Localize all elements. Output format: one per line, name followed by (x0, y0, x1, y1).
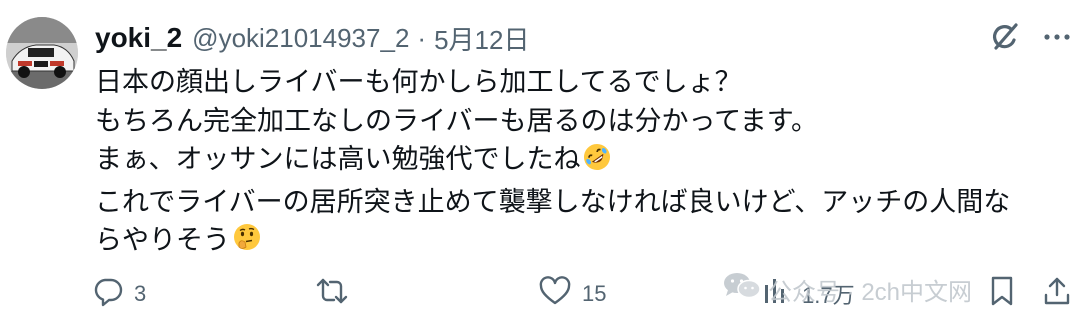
bookmark-icon (988, 275, 1016, 313)
heart-icon (538, 275, 572, 313)
reply-button[interactable]: 3 (92, 274, 146, 314)
display-name[interactable]: yoki_2 (95, 22, 182, 54)
like-count: 15 (582, 281, 607, 306)
post-date[interactable]: 5月12日 (434, 20, 529, 57)
share-icon (1042, 275, 1072, 313)
reply-icon (92, 275, 124, 313)
more-icon[interactable] (1042, 22, 1072, 52)
header-icons (988, 20, 1072, 54)
repost-button[interactable] (314, 274, 360, 314)
tweet-text-line: まぁ、オッサンには高い勉強代でしたね (95, 141, 1070, 184)
tweet-text-segment: まぁ、オッサンには高い勉強代でしたね (95, 144, 581, 175)
rolling-on-the-floor-laughing-icon (582, 142, 612, 184)
like-button[interactable]: 15 (538, 274, 606, 314)
tweet-text: 日本の顔出しライバーも何かしら加工してるでしょ？ もちろん完全加工なしのライバー… (95, 64, 1070, 265)
wechat-icon (722, 270, 762, 309)
tweet-text-line: もちろん完全加工なしのライバーも居るのは分かってます。 (95, 105, 819, 137)
tweet-header: yoki_2 @yoki21014937_2 · 5月12日 (95, 20, 529, 56)
tweet-text-line: らやりそう (95, 222, 1070, 265)
watermark: 公众号 · 2ch中文网 (722, 270, 972, 309)
tweet-text-segment: らやりそう (95, 225, 230, 256)
tweet-text-line: これでライバーの居所突き止めて襲撃しなければ良いけど、アッチの人間な (95, 186, 1011, 218)
repost-icon (314, 275, 350, 313)
reply-count: 3 (134, 281, 147, 306)
tweet: yoki_2 @yoki21014937_2 · 5月12日 日本の顔出しライバ… (0, 0, 1080, 330)
avatar[interactable] (6, 17, 78, 89)
tweet-text-line: 日本の顔出しライバーも何かしら加工してるでしょ？ (95, 67, 742, 98)
watermark-text: 公众号 · 2ch中文网 (768, 279, 973, 306)
bookmark-button[interactable] (988, 274, 1016, 314)
share-button[interactable] (1042, 274, 1072, 314)
thinking-face-icon (232, 223, 262, 265)
separator-dot: · (417, 22, 427, 53)
avatar-image (6, 17, 78, 89)
grok-icon[interactable] (988, 20, 1022, 54)
user-handle[interactable]: @yoki21014937_2 (192, 23, 409, 54)
